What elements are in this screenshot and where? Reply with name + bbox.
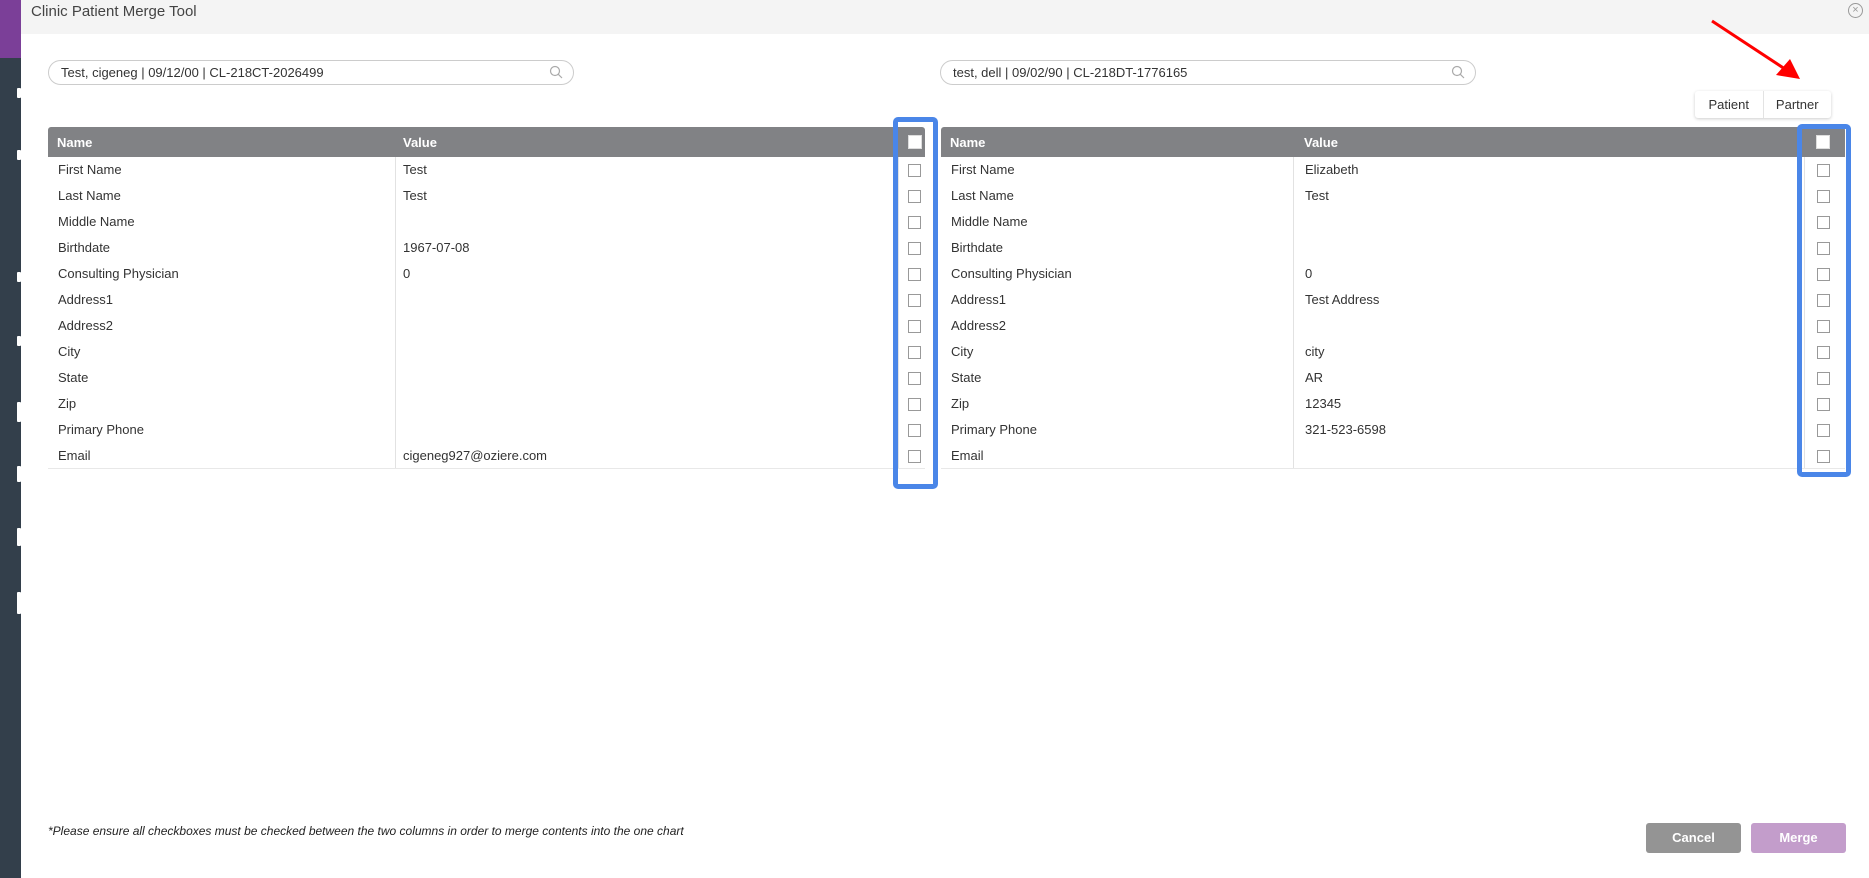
window-title: Clinic Patient Merge Tool [31, 3, 197, 20]
table-header: Name Value [48, 127, 925, 157]
field-name: State [951, 370, 982, 385]
field-value: AR [1305, 370, 1324, 385]
field-name: Birthdate [58, 240, 111, 255]
sidebar-icon[interactable] [17, 150, 21, 160]
table-row: Middle Name [941, 209, 1845, 235]
table-row: State AR [941, 365, 1845, 391]
table-row: City city [941, 339, 1845, 365]
table-row: Primary Phone 321-523-6598 [941, 417, 1845, 443]
patient-partner-toggle: Patient Partner [1695, 91, 1831, 118]
table-row: First Name Elizabeth [941, 157, 1845, 183]
annotation-arrow-icon [1711, 19, 1800, 79]
merge-button[interactable]: Merge [1751, 823, 1846, 853]
table-row: Birthdate 1967-07-08 [48, 235, 925, 261]
sidebar-icon[interactable] [17, 592, 21, 614]
field-name: Primary Phone [951, 422, 1037, 437]
field-name: Middle Name [58, 214, 135, 229]
sidebar-icon[interactable] [17, 272, 21, 282]
field-name: Zip [951, 396, 970, 411]
table-row: Address1 Test Address [941, 287, 1845, 313]
field-name: City [951, 344, 974, 359]
table-row: Email cigeneg927@oziere.com [48, 443, 925, 469]
merge-instruction-note: *Please ensure all checkboxes must be ch… [48, 824, 684, 838]
field-name: Consulting Physician [58, 266, 179, 281]
table-row: Address2 [941, 313, 1845, 339]
close-icon[interactable]: × [1848, 3, 1863, 18]
search-icon[interactable] [1451, 65, 1465, 79]
field-value: Elizabeth [1305, 162, 1359, 177]
field-value: 321-523-6598 [1305, 422, 1386, 437]
field-value: 12345 [1305, 396, 1342, 411]
field-value: Test Address [1305, 292, 1380, 307]
field-name: Birthdate [951, 240, 1004, 255]
field-value: 0 [1305, 266, 1313, 281]
table-row: Consulting Physician 0 [48, 261, 925, 287]
field-value: 0 [403, 266, 411, 281]
table-row: Address1 [48, 287, 925, 313]
field-value: 1967-07-08 [403, 240, 470, 255]
right-patient-search[interactable]: test, dell | 09/02/90 | CL-218DT-1776165 [940, 60, 1476, 85]
field-name: Last Name [951, 188, 1014, 203]
title-bar: Clinic Patient Merge Tool × [21, 0, 1869, 34]
field-value: Test [403, 162, 427, 177]
table-row: City [48, 339, 925, 365]
table-row: First Name Test [48, 157, 925, 183]
value-column-header: Value [403, 135, 437, 150]
sidebar-icon[interactable] [17, 402, 21, 422]
table-row: Consulting Physician 0 [941, 261, 1845, 287]
table-row: Last Name Test [941, 183, 1845, 209]
sidebar-icon[interactable] [17, 88, 21, 98]
field-name: Middle Name [951, 214, 1028, 229]
cancel-button[interactable]: Cancel [1646, 823, 1741, 853]
field-name: Consulting Physician [951, 266, 1072, 281]
field-value: Test [1305, 188, 1329, 203]
field-name: Address2 [951, 318, 1006, 333]
table-row: Email [941, 443, 1845, 469]
field-name: Email [951, 448, 984, 463]
table-row: Birthdate [941, 235, 1845, 261]
partner-toggle-button[interactable]: Partner [1764, 91, 1832, 118]
field-name: State [58, 370, 89, 385]
left-search-value: Test, cigeneg | 09/12/00 | CL-218CT-2026… [61, 65, 324, 80]
table-row: State [48, 365, 925, 391]
field-value: Test [403, 188, 427, 203]
table-row: Middle Name [48, 209, 925, 235]
field-name: Address2 [58, 318, 113, 333]
field-name: Last Name [58, 188, 121, 203]
value-column-header: Value [1304, 135, 1338, 150]
sidebar-active-item[interactable] [0, 0, 21, 58]
field-value: city [1305, 344, 1325, 359]
name-column-header: Name [950, 135, 986, 150]
field-name: Address1 [951, 292, 1006, 307]
table-row: Primary Phone [48, 417, 925, 443]
sidebar [0, 0, 21, 878]
left-patient-search[interactable]: Test, cigeneg | 09/12/00 | CL-218CT-2026… [48, 60, 574, 85]
patient-toggle-button[interactable]: Patient [1695, 91, 1764, 118]
field-name: Primary Phone [58, 422, 144, 437]
sidebar-icon[interactable] [17, 466, 21, 482]
left-patient-table: Name Value First Name Test Last Name Test Mi… [48, 127, 925, 469]
right-patient-table: Name Value First Name Elizabeth Last Name T… [941, 127, 1845, 469]
checkbox-column-highlight [1797, 124, 1851, 477]
checkbox-column-highlight [893, 117, 938, 489]
table-row: Address2 [48, 313, 925, 339]
field-name: City [58, 344, 81, 359]
sidebar-icon[interactable] [17, 528, 21, 546]
field-name: Address1 [58, 292, 113, 307]
table-row: Zip 12345 [941, 391, 1845, 417]
table-row: Last Name Test [48, 183, 925, 209]
name-column-header: Name [57, 135, 93, 150]
search-icon[interactable] [549, 65, 563, 79]
table-row: Zip [48, 391, 925, 417]
field-value: cigeneg927@oziere.com [403, 448, 548, 463]
sidebar-icon[interactable] [17, 336, 21, 346]
field-name: Zip [58, 396, 77, 411]
table-header: Name Value [941, 127, 1845, 157]
field-name: Email [58, 448, 91, 463]
field-name: First Name [951, 162, 1015, 177]
field-name: First Name [58, 162, 122, 177]
right-search-value: test, dell | 09/02/90 | CL-218DT-1776165 [953, 65, 1188, 80]
